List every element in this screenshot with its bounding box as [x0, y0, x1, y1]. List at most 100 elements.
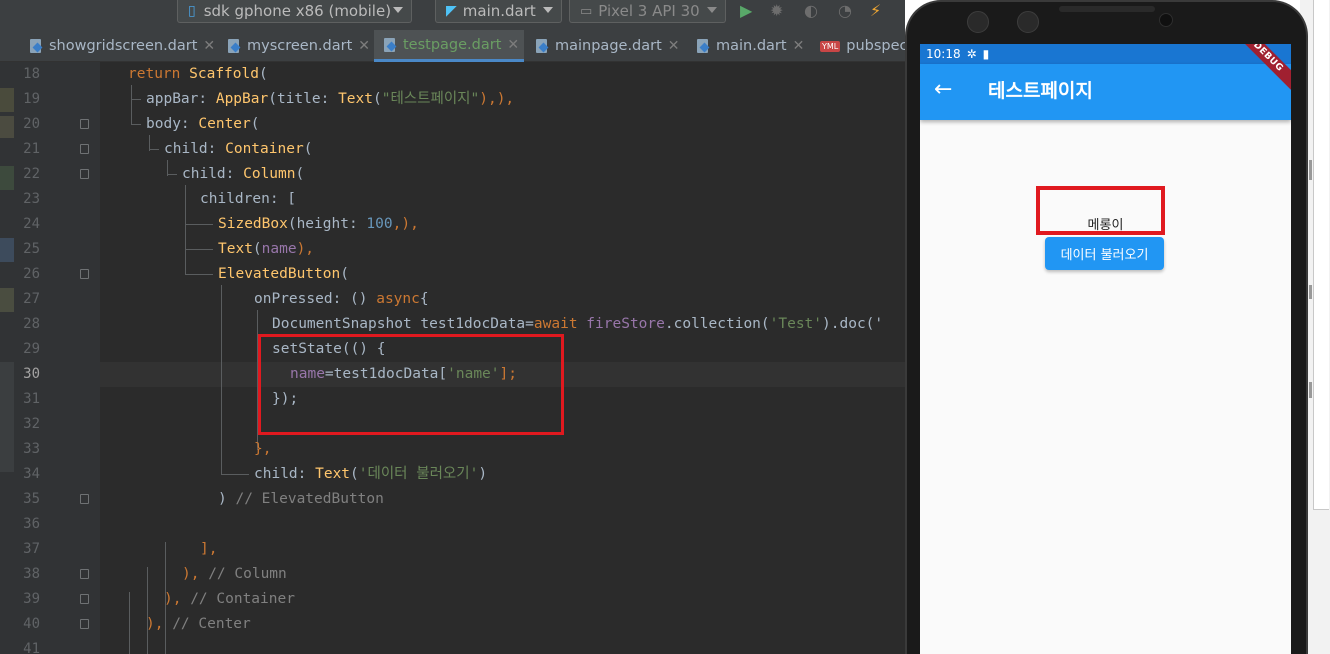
indent-guide [129, 592, 130, 654]
emulator-selector[interactable]: ▭ Pixel 3 API 30 [569, 0, 726, 23]
fold-marker-icon[interactable] [80, 269, 89, 279]
ide-window: ▯ sdk gphone x86 (mobile) ◤ main.dart ▭ … [0, 0, 1330, 654]
code-token: Scaffold [189, 66, 259, 82]
code-line-22: child: Column( [182, 162, 304, 187]
line-number: 21 [23, 141, 40, 157]
phone-annotation-box [1036, 186, 1165, 235]
code-line-19: appBar: AppBar(title: Text("테스트페이지"),), [146, 87, 514, 112]
fold-marker-icon[interactable] [80, 494, 89, 504]
attach-icon[interactable]: ◔ [838, 2, 852, 20]
chevron-down-icon [393, 7, 403, 13]
tab-main[interactable]: main.dart ✕ [697, 30, 804, 62]
code-token: Center [198, 116, 251, 132]
code-token: 'Test' [769, 316, 823, 332]
code-token: ), [146, 616, 173, 632]
emulator-label: Pixel 3 API 30 [598, 2, 700, 20]
close-icon[interactable]: ✕ [668, 38, 680, 54]
tab-label: pubspec [846, 38, 908, 54]
tab-label: main.dart [716, 38, 787, 54]
strip-marker [0, 288, 14, 312]
load-data-button[interactable]: 데이터 불러오기 [1045, 237, 1164, 270]
code-token: ( [258, 66, 268, 82]
close-icon[interactable]: ✕ [203, 38, 215, 54]
code-token: '데이터 불러오기' [358, 466, 479, 482]
tab-myscreen[interactable]: myscreen.dart ✕ [228, 30, 370, 62]
line-number: 36 [23, 516, 40, 532]
code-token: ), [182, 566, 209, 582]
debug-icon[interactable]: ✹ [770, 2, 783, 20]
line-number: 33 [23, 441, 40, 457]
strip-marker [0, 362, 14, 472]
fold-marker-icon[interactable] [80, 619, 89, 629]
indent-guide [185, 274, 213, 275]
phone-screen[interactable]: 10:18 ✲ ▮ ← 테스트페이지 DEBUG 메롱이 데이터 불러오기 [920, 44, 1291, 654]
code-line-40: ), // Center [146, 612, 251, 637]
code-line-25: Text(name), [218, 237, 314, 262]
tab-showgridscreen[interactable]: showgridscreen.dart ✕ [30, 30, 215, 62]
fold-marker-icon[interactable] [80, 169, 89, 179]
hot-reload-icon[interactable]: ⚡ [870, 2, 881, 20]
code-editor[interactable]: return Scaffold( appBar: AppBar(title: T… [100, 62, 905, 654]
code-token: Text [315, 466, 351, 482]
fold-marker-icon[interactable] [80, 594, 89, 604]
code-token: Container [225, 141, 304, 157]
dart-file-icon [384, 37, 397, 53]
code-token: ),), [479, 91, 515, 107]
tab-mainpage[interactable]: mainpage.dart ✕ [536, 30, 680, 62]
camera-icon [967, 11, 989, 33]
code-token: async [376, 291, 420, 307]
line-number: 19 [23, 91, 40, 107]
line-number: 41 [23, 641, 40, 654]
device-selector[interactable]: ▯ sdk gphone x86 (mobile) [177, 0, 412, 23]
code-token: // Container [190, 591, 295, 607]
code-token: ElevatedButton [218, 266, 341, 282]
close-icon[interactable]: ✕ [793, 38, 805, 54]
code-token: name [261, 241, 297, 257]
dart-file-icon [30, 38, 43, 54]
code-token: SizedBox [218, 216, 288, 232]
dart-file-icon [536, 38, 549, 54]
dart-file-icon [228, 38, 241, 54]
strip-marker [0, 238, 14, 262]
profile-icon[interactable]: ◐ [804, 2, 818, 20]
code-annotation-box [258, 334, 564, 435]
line-number: 20 [23, 116, 40, 132]
code-line-38: ), // Column [182, 562, 287, 587]
tab-testpage[interactable]: testpage.dart ✕ [374, 30, 524, 62]
code-token: return [128, 66, 181, 82]
code-token: 100 [366, 216, 393, 232]
code-token: // Center [172, 616, 251, 632]
run-config-selector[interactable]: ◤ main.dart [435, 0, 562, 23]
fold-marker-icon[interactable] [80, 144, 89, 154]
indent-guide [131, 99, 141, 100]
code-token: ( [373, 91, 382, 107]
status-time: 10:18 [926, 47, 961, 61]
code-token: "테스트페이지" [381, 91, 480, 107]
code-line-21: child: Container( [164, 137, 312, 162]
line-number: 38 [23, 566, 40, 582]
close-icon[interactable]: ✕ [358, 38, 370, 54]
code-token: ) [218, 491, 236, 507]
flutter-icon: ◤ [446, 3, 457, 19]
close-icon[interactable]: ✕ [507, 37, 519, 53]
code-token: child: [164, 141, 226, 157]
line-number: 23 [23, 191, 40, 207]
top-toolbar: ▯ sdk gphone x86 (mobile) ◤ main.dart ▭ … [0, 0, 905, 30]
indent-guide [221, 285, 222, 475]
back-arrow-icon[interactable]: ← [934, 78, 958, 102]
code-token: ).doc(' [822, 316, 884, 332]
tab-pubspec[interactable]: YML pubspec [820, 30, 908, 62]
run-icon[interactable]: ▶ [740, 2, 752, 20]
line-number: 40 [23, 616, 40, 632]
phone-icon: ▯ [188, 3, 196, 19]
indent-guide [131, 85, 132, 125]
fold-marker-icon[interactable] [80, 119, 89, 129]
code-token: ( [295, 166, 305, 182]
strip-marker [0, 88, 14, 112]
speaker-grille [1059, 6, 1155, 12]
fold-marker-icon[interactable] [80, 569, 89, 579]
load-data-button-label: 데이터 불러오기 [1060, 248, 1149, 263]
indent-guide [167, 174, 177, 175]
side-scrollbar[interactable] [1313, 0, 1329, 510]
